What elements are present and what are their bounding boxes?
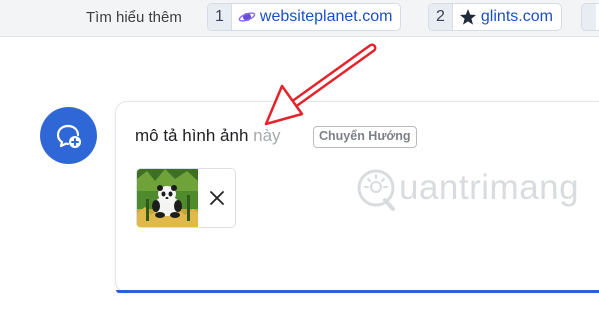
compose-input-text[interactable]: mô tả hình ảnh này bbox=[135, 126, 281, 146]
typed-text: mô tả hình ảnh bbox=[135, 126, 249, 145]
source-index-partial bbox=[582, 4, 596, 30]
chat-add-icon bbox=[56, 124, 81, 148]
star-icon bbox=[459, 9, 476, 25]
source-index: 1 bbox=[208, 4, 232, 30]
planet-icon bbox=[238, 12, 256, 22]
source-site-name: glints.com bbox=[480, 8, 553, 25]
focus-underline bbox=[116, 290, 599, 293]
watermark-text: uantrimang bbox=[399, 168, 580, 207]
quantrimang-logo bbox=[357, 169, 395, 211]
tab-completion-hint: Chuyển Hướng bbox=[313, 126, 417, 148]
suggestion-text: này bbox=[248, 126, 281, 145]
learn-more-label: Tìm hiểu thêm bbox=[86, 9, 182, 26]
chat-area: mô tả hình ảnh này Chuyển Hướng uantrima… bbox=[0, 36, 599, 318]
source-chip-glints[interactable]: 2 glints.com bbox=[428, 3, 562, 31]
source-index: 2 bbox=[429, 4, 453, 30]
new-chat-button[interactable] bbox=[40, 107, 97, 164]
close-icon bbox=[210, 191, 224, 205]
source-chip-more[interactable] bbox=[581, 3, 599, 31]
remove-attachment-button[interactable] bbox=[198, 169, 235, 227]
image-attachment bbox=[136, 168, 236, 228]
panda-image bbox=[137, 169, 198, 227]
sources-bar: Tìm hiểu thêm 1 websiteplanet.com 2 glin… bbox=[0, 0, 599, 36]
source-site-name: websiteplanet.com bbox=[259, 8, 393, 25]
source-chip-websiteplanet[interactable]: 1 websiteplanet.com bbox=[207, 3, 402, 31]
watermark: uantrimang bbox=[355, 165, 579, 211]
